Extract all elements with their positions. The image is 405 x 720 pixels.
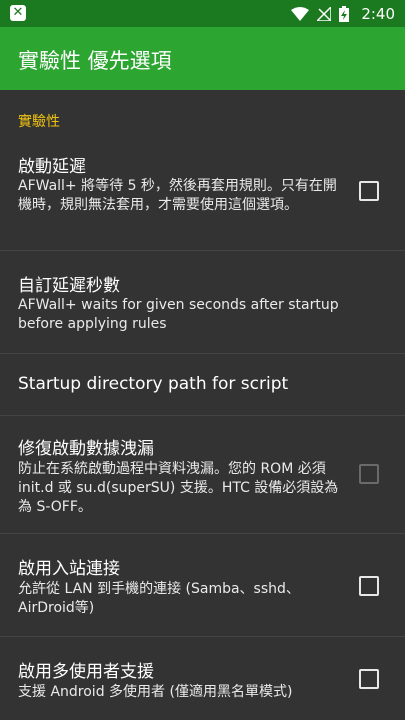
status-icons: 2:40 — [291, 0, 395, 27]
fix-startup-leak-checkbox[interactable] — [359, 464, 379, 484]
pref-summary: AFWall+ waits for given seconds after st… — [18, 297, 339, 332]
pref-multi-user[interactable]: 啟用多使用者支援 支援 Android 多使用者 (僅適用黑名單模式) — [0, 637, 405, 720]
category-header: 實驗性 — [18, 114, 60, 130]
pref-startup-script-path[interactable]: Startup directory path for script — [0, 354, 405, 416]
pref-title: 啟用多使用者支援 — [18, 662, 154, 682]
page-title: 實驗性 優先選項 — [18, 49, 172, 73]
startup-delay-checkbox[interactable] — [359, 181, 379, 201]
status-time: 2:40 — [361, 4, 395, 23]
battery-charging-icon — [339, 5, 350, 22]
pref-summary: 支援 Android 多使用者 (僅適用黑名單模式) — [18, 684, 293, 700]
pref-title: 自訂延遲秒數 — [18, 276, 120, 296]
no-signal-icon — [317, 6, 332, 21]
pref-title: 修復啟動數據洩漏 — [18, 439, 154, 459]
pref-title: Startup directory path for script — [18, 374, 289, 394]
pref-startup-delay[interactable]: 啟動延遲 AFWall+ 將等待 5 秒，然後再套用規則。只有在開機時，規則無法… — [0, 138, 405, 251]
pref-summary: 防止在系統啟動過程中資料洩漏。您的 ROM 必須 init.d 或 su.d(s… — [18, 461, 339, 515]
multi-user-checkbox[interactable] — [359, 669, 379, 689]
status-bar: ✕ 2:40 — [0, 0, 405, 27]
pref-summary: AFWall+ 將等待 5 秒，然後再套用規則。只有在開機時，規則無法套用，才需… — [18, 178, 337, 213]
app-bar: 實驗性 優先選項 — [0, 27, 405, 90]
pref-fix-startup-leak[interactable]: 修復啟動數據洩漏 防止在系統啟動過程中資料洩漏。您的 ROM 必須 init.d… — [0, 416, 405, 534]
pref-title: 啟動延遲 — [18, 157, 86, 177]
app-notification-icon: ✕ — [10, 5, 26, 21]
inbound-connections-checkbox[interactable] — [359, 576, 379, 596]
pref-summary: 允許從 LAN 到手機的連接 (Samba、sshd、AirDroid等) — [18, 581, 300, 616]
wifi-icon — [291, 6, 310, 21]
pref-custom-delay-seconds[interactable]: 自訂延遲秒數 AFWall+ waits for given seconds a… — [0, 251, 405, 354]
pref-inbound-connections[interactable]: 啟用入站連接 允許從 LAN 到手機的連接 (Samba、sshd、AirDro… — [0, 534, 405, 637]
pref-title: 啟用入站連接 — [18, 559, 120, 579]
